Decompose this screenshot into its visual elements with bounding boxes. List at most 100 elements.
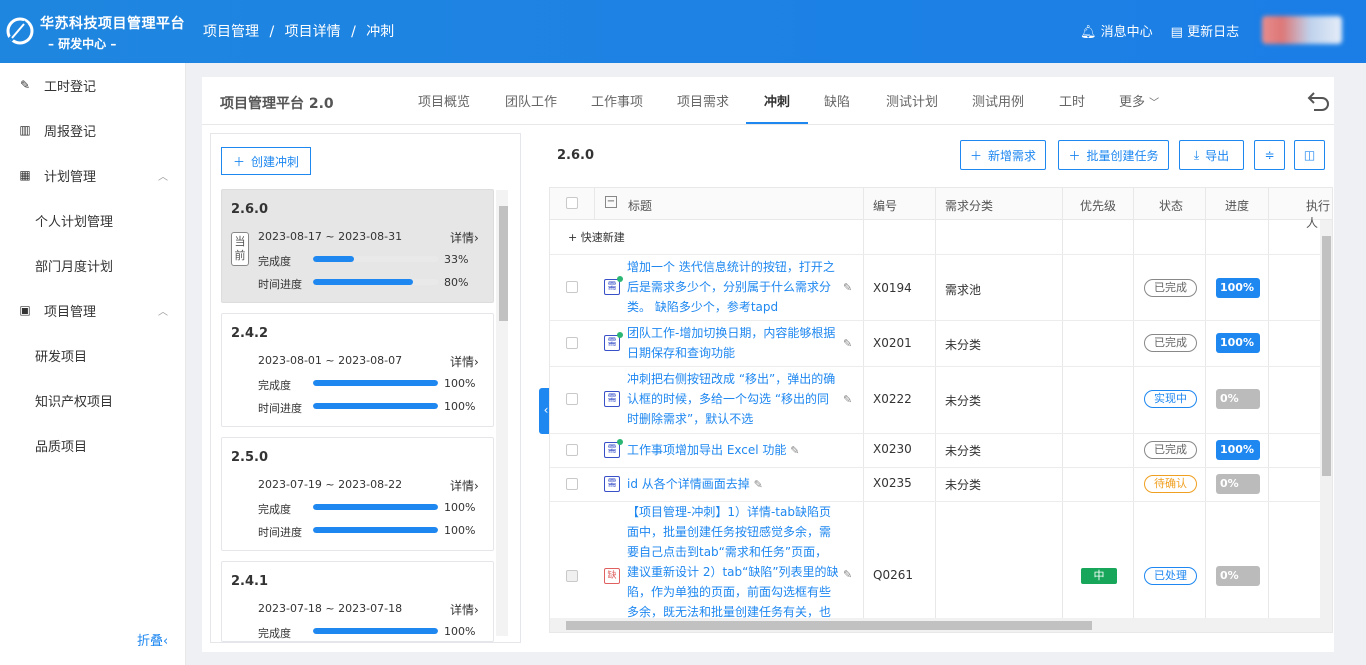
edit-icon[interactable]: ✎ [843,568,852,581]
tab-team-work[interactable]: 团队工作 [505,91,557,110]
sidebar-collapse-button[interactable]: 折叠‹ [137,630,168,649]
tab-overview[interactable]: 项目概览 [418,91,470,110]
sprint-card[interactable]: 2.4.2 2023-08-01 ~ 2023-08-07 详情› 完成度 10… [221,313,494,427]
progress-badge: 100% [1216,440,1260,460]
sidebar-item-quality-project[interactable]: 品质项目 [35,436,87,455]
tab-defects[interactable]: 缺陷 [824,91,850,110]
sidebar-item-rd-project[interactable]: 研发项目 [35,346,87,365]
sprint-detail-link[interactable]: 详情› [450,353,479,370]
time-label: 时间进度 [258,402,302,415]
quick-new[interactable]: + 快速新建 [568,229,625,245]
table-row[interactable]: 需 工作事项增加导出 Excel 功能 ✎ X0230 未分类 已完成 100% [550,434,1320,468]
table-row[interactable]: 需 id 从各个详情画面去掉 ✎ X0235 未分类 待确认 0% [550,468,1320,502]
row-title-link[interactable]: 冲刺把右侧按钮改成 “移出”，弹出的确认框的时候，多给一个勾选 “移出的同时删除… [627,369,839,429]
sprint-card[interactable]: 2.4.1 2023-07-18 ~ 2023-07-18 详情› 完成度 10… [221,561,494,642]
create-sprint-label: 创建冲刺 [251,154,300,169]
time-bar [313,527,438,533]
sidebar-item-ip-project[interactable]: 知识产权项目 [35,391,113,410]
messages-link[interactable]: 🔔︎ 消息中心 [1080,21,1153,40]
export-button[interactable]: ⤓ 导出 [1179,140,1244,170]
top-bar: 华苏科技项目管理平台 – 研发中心 – 项目管理 / 项目详情 / 冲刺 🔔︎ … [0,0,1366,63]
table-horizontal-scrollbar[interactable] [550,618,1332,632]
chevron-left-icon: ‹ [163,634,169,649]
quick-new-row[interactable]: + 快速新建 [550,220,1320,254]
tab-test-plan[interactable]: 测试计划 [886,91,938,110]
sprint-detail-link[interactable]: 详情› [450,477,479,494]
sprint-list-scroll-thumb[interactable] [499,206,508,321]
edit-icon[interactable]: ✎ [843,281,852,294]
time-label: 时间进度 [258,278,302,291]
tab-work-items[interactable]: 工作事项 [591,91,643,110]
time-label: 时间进度 [258,526,302,539]
sprint-card[interactable]: 2.6.0 当前 2023-08-17 ~ 2023-08-31 详情› 完成度… [221,189,494,303]
row-title-link[interactable]: 增加一个 迭代信息统计的按钮，打开之后是需求多少个，分别属于什么需求分类。 缺陷… [627,257,839,317]
edit-icon[interactable]: ✎ [843,393,852,406]
sidebar-item-timesheet[interactable]: ✎ 工时登记 [0,74,186,96]
filter-icon: ≑ [1264,148,1275,162]
tab-worktime[interactable]: 工时 [1059,91,1085,110]
export-label: 导出 [1205,148,1230,163]
status-badge: 已完成 [1144,334,1197,352]
sidebar-item-label: 计划管理 [44,169,97,185]
tab-test-cases[interactable]: 测试用例 [972,91,1024,110]
table-row[interactable]: 需 冲刺把右侧按钮改成 “移出”，弹出的确认框的时候，多给一个勾选 “移出的同时… [550,367,1320,434]
sidebar-item-dept-plan[interactable]: 部门月度计划 [35,256,113,275]
col-progress: 进度 [1225,199,1250,213]
plus-icon: ＋ [969,148,982,163]
sidebar-item-weekly-report[interactable]: ▥ 周报登记 [0,119,186,141]
collapse-tree-icon[interactable]: − [605,196,617,208]
edit-icon[interactable]: ✎ [790,444,799,457]
row-title-link[interactable]: 【项目管理-冲刺】1）详情-tab缺陷页面中，批量创建任务按钮感觉多余，需要自己… [627,502,839,618]
status-dot [617,332,623,338]
row-checkbox[interactable] [566,444,578,456]
breadcrumb-item-project-detail[interactable]: 项目详情 [285,24,341,40]
breadcrumb-item-project-mgmt[interactable]: 项目管理 [203,24,259,40]
changelog-link[interactable]: ▤ 更新日志 [1171,21,1239,40]
back-icon[interactable] [1306,87,1332,113]
sprint-detail-link[interactable]: 详情› [450,601,479,618]
plus-icon: ＋ [232,154,245,169]
row-checkbox[interactable] [566,393,578,405]
time-bar [313,279,438,285]
scroll-thumb[interactable] [1322,236,1331,476]
edit-icon[interactable]: ✎ [843,337,852,350]
row-title-link[interactable]: 团队工作-增加切换日期，内容能够根据日期保存和查询功能 [627,323,839,363]
detail-label: 详情 [450,603,475,617]
batch-create-task-button[interactable]: ＋ 批量创建任务 [1058,140,1169,170]
tab-sprint[interactable]: 冲刺 [764,91,790,110]
row-checkbox[interactable] [566,281,578,293]
col-category: 需求分类 [945,199,994,213]
scroll-thumb[interactable] [566,621,1092,630]
table-row[interactable]: 需 增加一个 迭代信息统计的按钮，打开之后是需求多少个，分别属于什么需求分类。 … [550,254,1320,321]
table-row[interactable]: 需 团队工作-增加切换日期，内容能够根据日期保存和查询功能 ✎ X0201 未分… [550,321,1320,367]
add-requirement-button[interactable]: ＋ 新增需求 [960,140,1046,170]
select-all-checkbox[interactable] [566,197,578,209]
messages-label: 消息中心 [1100,25,1153,40]
row-title-link[interactable]: id 从各个详情画面去掉 ✎ [627,474,763,495]
sprint-detail-link[interactable]: 详情› [450,229,479,246]
status-badge: 已处理 [1144,567,1197,585]
tab-more[interactable]: 更多 ﹀ [1119,91,1159,110]
completion-bar-fill [313,256,355,262]
sidebar-item-plan-mgmt[interactable]: ▦ 计划管理 ︿ [0,164,186,186]
sidebar-item-personal-plan[interactable]: 个人计划管理 [35,211,113,230]
completion-value: 33% [444,253,469,266]
column-settings-button[interactable]: ◫ [1294,140,1325,170]
row-checkbox[interactable] [566,337,578,349]
row-title-link[interactable]: 工作事项增加导出 Excel 功能 ✎ [627,440,799,461]
user-avatar[interactable] [1262,16,1342,44]
sprint-card[interactable]: 2.5.0 2023-07-19 ~ 2023-08-22 详情› 完成度 10… [221,437,494,551]
status-dot [617,439,623,445]
filter-button[interactable]: ≑ [1254,140,1285,170]
row-checkbox[interactable] [566,478,578,490]
tab-requirements[interactable]: 项目需求 [677,91,729,110]
edit-icon[interactable]: ✎ [754,478,763,491]
create-sprint-button[interactable]: ＋ 创建冲刺 [221,147,311,175]
table-row[interactable]: 缺 【项目管理-冲刺】1）详情-tab缺陷页面中，批量创建任务按钮感觉多余，需要… [550,502,1320,632]
table-vertical-scrollbar[interactable] [1320,220,1332,618]
detail-label: 详情 [450,479,475,493]
completion-bar-fill [313,628,438,634]
row-title-text: id 从各个详情画面去掉 [627,477,750,491]
sidebar-item-project-mgmt[interactable]: ▣ 项目管理 ︿ [0,299,186,321]
chevron-right-icon: › [474,479,479,493]
